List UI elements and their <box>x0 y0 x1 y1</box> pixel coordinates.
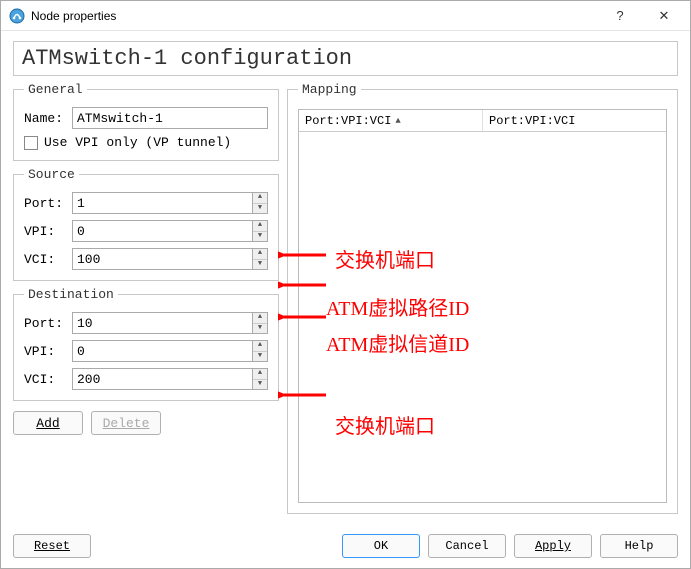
add-button[interactable]: Add <box>13 411 83 435</box>
destination-vci-spinner[interactable]: ▲▼ <box>252 368 268 390</box>
general-group: General Name: Use VPI only (VP tunnel) <box>13 82 279 161</box>
page-title: ATMswitch-1 configuration <box>13 41 678 76</box>
ok-button[interactable]: OK <box>342 534 420 558</box>
chevron-down-icon[interactable]: ▼ <box>253 352 267 362</box>
source-legend: Source <box>24 167 79 182</box>
help-button[interactable]: ? <box>598 2 642 30</box>
delete-button[interactable]: Delete <box>91 411 161 435</box>
main-row: General Name: Use VPI only (VP tunnel) S… <box>13 82 678 520</box>
destination-vci-input[interactable] <box>72 368 252 390</box>
destination-vpi-input[interactable] <box>72 340 252 362</box>
source-vci-input[interactable] <box>72 248 252 270</box>
destination-port-input[interactable] <box>72 312 252 334</box>
window: Node properties ? ✕ ATMswitch-1 configur… <box>0 0 691 569</box>
use-vpi-label: Use VPI only (VP tunnel) <box>44 135 231 150</box>
mapping-col1-header[interactable]: Port:VPI:VCI ▲ <box>299 110 483 131</box>
chevron-down-icon[interactable]: ▼ <box>253 232 267 242</box>
content-area: ATMswitch-1 configuration General Name: … <box>1 31 690 528</box>
destination-port-label: Port: <box>24 316 72 331</box>
source-group: Source Port: ▲▼ VPI: ▲▼ <box>13 167 279 281</box>
window-title: Node properties <box>31 9 598 23</box>
titlebar: Node properties ? ✕ <box>1 1 690 31</box>
destination-vpi-label: VPI: <box>24 344 72 359</box>
apply-button[interactable]: Apply <box>514 534 592 558</box>
source-vci-label: VCI: <box>24 252 72 267</box>
source-port-label: Port: <box>24 196 72 211</box>
chevron-down-icon[interactable]: ▼ <box>253 204 267 214</box>
mapping-table[interactable]: Port:VPI:VCI ▲ Port:VPI:VCI <box>298 109 667 503</box>
chevron-down-icon[interactable]: ▼ <box>253 260 267 270</box>
source-vci-spinner[interactable]: ▲▼ <box>252 248 268 270</box>
destination-group: Destination Port: ▲▼ VPI: ▲▼ <box>13 287 279 401</box>
destination-vci-label: VCI: <box>24 372 72 387</box>
source-vpi-spinner[interactable]: ▲▼ <box>252 220 268 242</box>
mapping-header: Port:VPI:VCI ▲ Port:VPI:VCI <box>299 110 666 132</box>
name-input[interactable] <box>72 107 268 129</box>
app-icon <box>9 8 25 24</box>
destination-vpi-spinner[interactable]: ▲▼ <box>252 340 268 362</box>
mapping-group: Mapping Port:VPI:VCI ▲ Port:VPI:VCI <box>287 82 678 514</box>
chevron-up-icon[interactable]: ▲ <box>253 313 267 324</box>
destination-port-spinner[interactable]: ▲▼ <box>252 312 268 334</box>
close-button[interactable]: ✕ <box>642 2 686 30</box>
chevron-up-icon[interactable]: ▲ <box>253 369 267 380</box>
source-vpi-input[interactable] <box>72 220 252 242</box>
source-port-spinner[interactable]: ▲▼ <box>252 192 268 214</box>
source-port-input[interactable] <box>72 192 252 214</box>
chevron-down-icon[interactable]: ▼ <box>253 380 267 390</box>
general-legend: General <box>24 82 87 97</box>
mapping-legend: Mapping <box>298 82 361 97</box>
help-button-bottom[interactable]: Help <box>600 534 678 558</box>
bottom-bar: Reset OK Cancel Apply Help <box>1 528 690 568</box>
name-label: Name: <box>24 111 72 126</box>
sort-asc-icon: ▲ <box>395 116 400 126</box>
use-vpi-checkbox[interactable] <box>24 136 38 150</box>
chevron-down-icon[interactable]: ▼ <box>253 324 267 334</box>
mapping-body[interactable] <box>299 132 666 502</box>
chevron-up-icon[interactable]: ▲ <box>253 341 267 352</box>
mapping-col2-header[interactable]: Port:VPI:VCI <box>483 110 666 131</box>
destination-legend: Destination <box>24 287 118 302</box>
chevron-up-icon[interactable]: ▲ <box>253 193 267 204</box>
chevron-up-icon[interactable]: ▲ <box>253 249 267 260</box>
left-column: General Name: Use VPI only (VP tunnel) S… <box>13 82 279 520</box>
right-column: Mapping Port:VPI:VCI ▲ Port:VPI:VCI <box>287 82 678 520</box>
chevron-up-icon[interactable]: ▲ <box>253 221 267 232</box>
cancel-button[interactable]: Cancel <box>428 534 506 558</box>
reset-button[interactable]: Reset <box>13 534 91 558</box>
source-vpi-label: VPI: <box>24 224 72 239</box>
